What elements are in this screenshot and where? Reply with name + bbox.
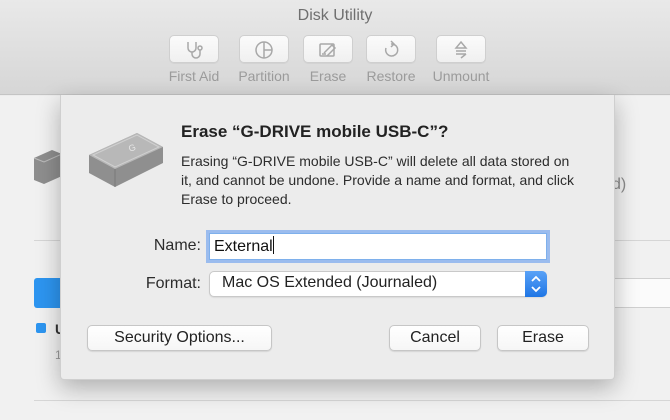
erase-button[interactable]: Erase [497,325,589,351]
divider [34,400,670,401]
external-drive-icon: G [89,133,163,187]
format-label: Format: [145,275,201,292]
window-title: Disk Utility [297,7,373,24]
select-stepper[interactable] [525,271,547,297]
name-input-value: External [214,238,273,255]
unmount-label: Unmount [432,68,490,84]
unmount-icon [454,40,468,59]
background-legend-swatch [36,323,46,333]
toolbar-first-aid[interactable]: First Aid [159,35,229,84]
toolbar-unmount[interactable]: Unmount [426,35,496,84]
format-select[interactable]: Mac OS Extended (Journaled) [209,271,547,297]
dialog-message: Erasing “G-DRIVE mobile USB-C” will dele… [181,153,575,207]
divider [615,240,670,241]
divider [34,240,60,241]
toolbar-partition[interactable]: Partition [229,35,299,84]
background-usage-bar-end [612,278,670,308]
first-aid-label: First Aid [168,68,220,84]
partition-label: Partition [238,68,290,84]
pie-chart-icon [255,41,273,59]
name-label: Name: [153,237,201,254]
unmount-button[interactable] [436,35,486,63]
chevron-up-down-icon [531,275,541,293]
toolbar-erase[interactable]: Erase [293,35,363,84]
format-select-value: Mac OS Extended (Journaled) [222,274,438,291]
erase-toolbar-button[interactable] [303,35,353,63]
erase-dialog: G Erase “G-DRIVE mobile USB-C”? Erasing … [60,95,615,380]
cancel-button[interactable]: Cancel [389,325,481,351]
window-titlebar: Disk Utility First Aid Partition Erase R… [0,0,670,95]
security-options-button[interactable]: Security Options... [87,325,272,351]
text-caret [272,236,274,254]
restore-label: Restore [366,68,416,84]
stethoscope-icon [187,42,203,59]
erase-toolbar-label: Erase [309,68,347,84]
background-disk-icon [33,150,62,184]
restore-icon [384,40,399,57]
dialog-title: Erase “G-DRIVE mobile USB-C”? [181,122,449,141]
first-aid-button[interactable] [169,35,219,63]
toolbar-restore[interactable]: Restore [356,35,426,84]
restore-button[interactable] [366,35,416,63]
name-input[interactable]: External [209,233,547,260]
erase-icon [319,43,337,57]
partition-button[interactable] [239,35,289,63]
